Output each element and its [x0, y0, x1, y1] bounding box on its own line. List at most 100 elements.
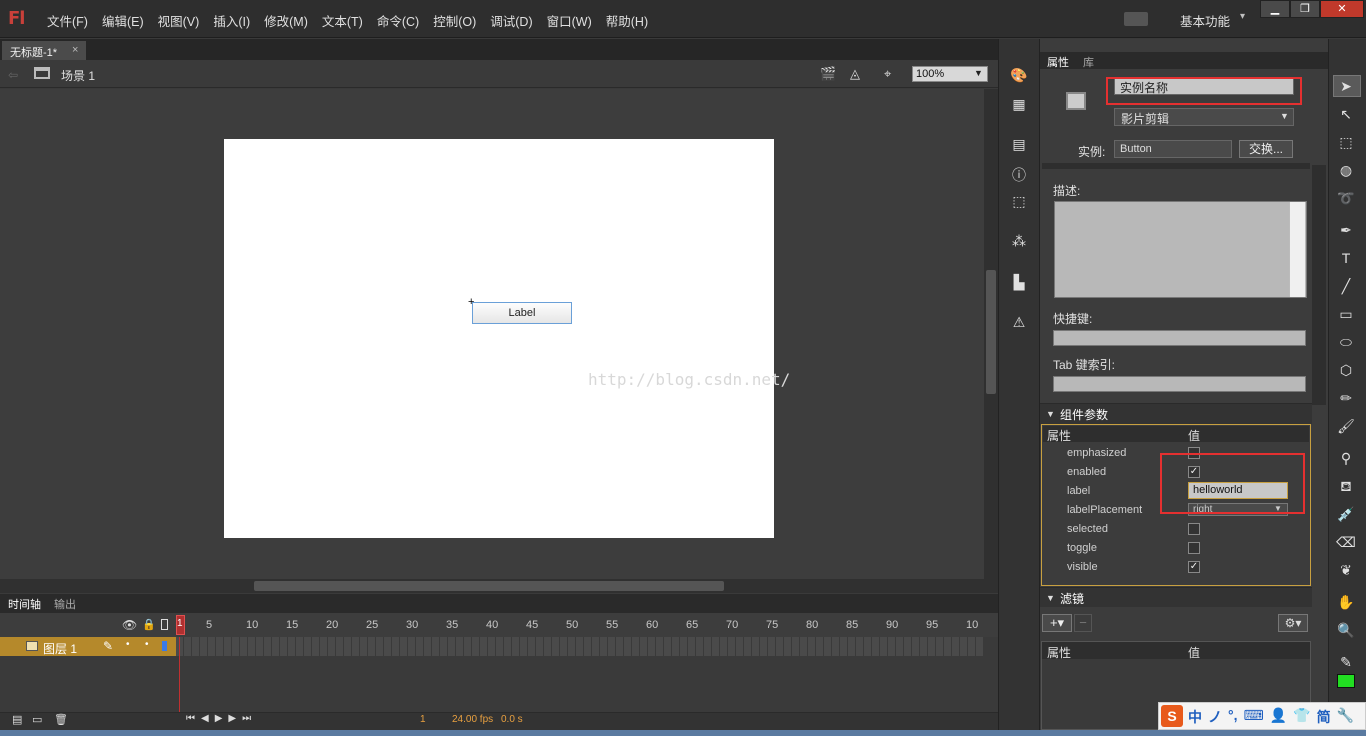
line-tool-icon[interactable]: ╱ — [1336, 276, 1356, 296]
eyedropper-tool-icon[interactable]: 💉 — [1336, 504, 1356, 524]
delete-icon[interactable]: 🗑 — [54, 713, 68, 726]
rectangle-tool-icon[interactable]: ▭ — [1336, 304, 1356, 324]
scene-breadcrumb[interactable]: 场景 1 — [61, 67, 95, 84]
fill-color-swatch[interactable] — [1337, 674, 1355, 688]
outline-icon[interactable] — [161, 619, 168, 630]
lock-icon[interactable]: 🔒 — [142, 618, 156, 631]
menu-insert[interactable]: 插入(I) — [206, 11, 257, 30]
edit-symbols-icon[interactable]: ◬ — [850, 66, 868, 81]
text-tool-icon[interactable]: T — [1336, 248, 1356, 268]
ime-user-icon[interactable]: 👤 — [1270, 707, 1287, 727]
restore-button[interactable]: ❐ — [1290, 0, 1320, 18]
tab-output[interactable]: 输出 — [54, 596, 76, 612]
remove-filter-button[interactable]: − — [1074, 614, 1092, 632]
textarea-scrollbar[interactable] — [1289, 202, 1305, 297]
menu-modify[interactable]: 修改(M) — [257, 11, 315, 30]
menu-commands[interactable]: 命令(C) — [370, 11, 426, 30]
color-palette-icon[interactable]: 🎨 — [1010, 67, 1028, 83]
menu-view[interactable]: 视图(V) — [151, 11, 207, 30]
stage[interactable] — [224, 139, 774, 538]
info-icon[interactable]: ⓘ — [1010, 165, 1028, 183]
collapse-triangle-icon[interactable]: ▼ — [1046, 593, 1055, 603]
close-tab-icon[interactable]: × — [72, 44, 78, 56]
warning-icon[interactable]: ⚠ — [1010, 314, 1028, 330]
scrollbar-thumb[interactable] — [254, 581, 724, 591]
zoom-tool-icon[interactable]: 🔍 — [1336, 620, 1356, 640]
free-transform-tool-icon[interactable]: ⬚ — [1336, 132, 1356, 152]
3d-rotation-tool-icon[interactable]: ◍ — [1336, 160, 1356, 180]
components-icon[interactable]: ⁂ — [1010, 233, 1028, 249]
scrollbar-thumb[interactable] — [986, 270, 996, 394]
brush-tool-icon[interactable]: 🖌 — [1336, 416, 1356, 436]
motion-presets-icon[interactable]: ▙ — [1010, 274, 1028, 290]
layer-color-swatch[interactable] — [162, 641, 167, 651]
ime-tools-icon[interactable]: 🔧 — [1337, 707, 1354, 727]
add-filter-button[interactable]: +▾ — [1042, 614, 1072, 632]
sync-settings-icon[interactable] — [1124, 12, 1148, 26]
new-folder-icon[interactable]: ▭ — [32, 713, 42, 726]
menu-text[interactable]: 文本(T) — [315, 11, 370, 30]
playback-controls-icon[interactable]: ⏮◀▶▶⏭ — [186, 713, 257, 724]
chevron-down-icon[interactable]: ▼ — [1280, 111, 1289, 121]
tab-index-input[interactable] — [1053, 376, 1306, 392]
visible-checkbox[interactable]: ✓ — [1188, 561, 1200, 573]
lock-dot-icon[interactable]: • — [145, 639, 149, 650]
menu-debug[interactable]: 调试(D) — [483, 11, 539, 30]
ime-skin-icon[interactable]: 👕 — [1293, 707, 1310, 727]
menu-window[interactable]: 窗口(W) — [540, 11, 599, 30]
swatches-grid-icon[interactable]: ▦ — [1010, 96, 1028, 112]
ime-moon-icon[interactable]: ノ — [1208, 707, 1222, 727]
pencil-tool-icon[interactable]: ✏ — [1336, 388, 1356, 408]
selection-tool-icon[interactable]: ➤ — [1336, 76, 1356, 96]
hand-tool-icon[interactable]: ✋ — [1336, 592, 1356, 612]
eraser-tool-icon[interactable]: ⌫ — [1336, 532, 1356, 552]
frame-rate[interactable]: 24.00 fps — [452, 714, 493, 725]
stage-button-component[interactable]: Label — [472, 302, 572, 324]
center-stage-icon[interactable]: ⌖ — [884, 66, 902, 81]
menu-edit[interactable]: 编辑(E) — [95, 11, 151, 30]
bone-tool-icon[interactable]: ⚲ — [1336, 448, 1356, 468]
menu-file[interactable]: 文件(F) — [40, 11, 95, 30]
properties-scrollbar[interactable] — [1312, 165, 1326, 405]
align-icon[interactable]: ▤ — [1010, 136, 1028, 152]
menu-help[interactable]: 帮助(H) — [599, 11, 655, 30]
tab-properties[interactable]: 属性 — [1047, 54, 1069, 70]
tab-timeline[interactable]: 时间轴 — [8, 596, 41, 612]
oval-tool-icon[interactable]: ⬭ — [1336, 332, 1356, 352]
layer-frames[interactable] — [176, 637, 984, 656]
new-layer-icon[interactable]: ▤ — [12, 713, 22, 726]
collapse-triangle-icon[interactable]: ▼ — [1046, 409, 1055, 419]
eye-icon[interactable]: 👁 — [122, 618, 137, 632]
layer-name[interactable]: 图层 1 — [43, 640, 77, 657]
swap-button[interactable]: 交换... — [1239, 140, 1293, 158]
selected-checkbox[interactable] — [1188, 523, 1200, 535]
back-arrow-icon[interactable]: ⇦ — [8, 68, 18, 82]
chevron-down-icon[interactable]: ▼ — [974, 68, 983, 78]
toggle-checkbox[interactable] — [1188, 542, 1200, 554]
transform-icon[interactable]: ⬚ — [1010, 193, 1028, 209]
elapsed-time[interactable]: 0.0 s — [501, 714, 523, 725]
deco-tool-icon[interactable]: ❦ — [1336, 560, 1356, 580]
edit-scene-icon[interactable]: 🎬 — [820, 66, 838, 81]
stroke-color-icon[interactable]: ✎ — [1336, 652, 1356, 672]
lasso-tool-icon[interactable]: ➰ — [1336, 188, 1356, 208]
description-textarea[interactable] — [1054, 201, 1307, 298]
ime-punct[interactable]: °, — [1228, 707, 1238, 727]
filter-options-button[interactable]: ⚙▾ — [1278, 614, 1308, 632]
subselection-tool-icon[interactable]: ↖ — [1336, 104, 1356, 124]
ime-simplified[interactable]: 简 — [1317, 707, 1331, 727]
current-frame[interactable]: 1 — [420, 714, 426, 725]
ime-keyboard-icon[interactable]: ⌨ — [1244, 707, 1264, 727]
ime-lang[interactable]: 中 — [1188, 707, 1202, 727]
minimize-button[interactable]: ▁ — [1260, 0, 1290, 18]
symbol-type-select[interactable]: 影片剪辑 — [1114, 108, 1294, 126]
menu-control[interactable]: 控制(O) — [426, 11, 483, 30]
pen-tool-icon[interactable]: ✒ — [1336, 220, 1356, 240]
chevron-down-icon[interactable]: ▾ — [1240, 11, 1245, 22]
polystar-tool-icon[interactable]: ⬡ — [1336, 360, 1356, 380]
workspace-switcher[interactable]: 基本功能 — [1180, 11, 1230, 30]
close-window-button[interactable]: ✕ — [1320, 0, 1364, 18]
shortcut-input[interactable] — [1053, 330, 1306, 346]
tab-library[interactable]: 库 — [1083, 54, 1094, 70]
visible-dot-icon[interactable]: • — [126, 639, 130, 650]
